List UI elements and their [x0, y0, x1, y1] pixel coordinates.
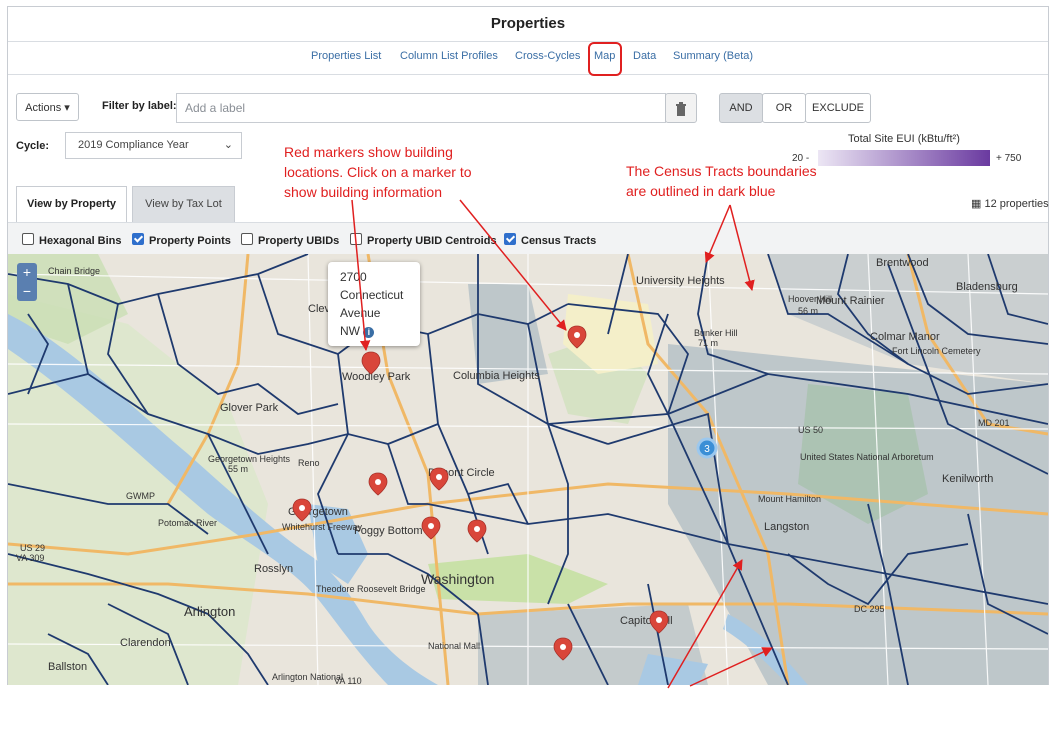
- annotation-arrows: [351, 199, 773, 689]
